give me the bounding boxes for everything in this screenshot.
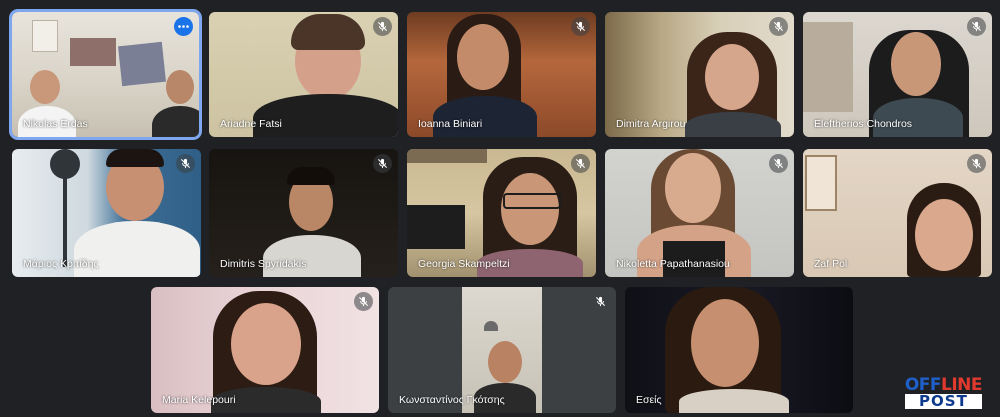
participant-name: Dimitris Spyridakis (220, 258, 307, 270)
participant-name: Nikoletta Papathanasiou (616, 258, 730, 270)
offline-post-logo: OFFLINE POST (904, 377, 983, 409)
mute-indicator (354, 292, 373, 311)
participant-name: Μάριος Κριτίδης (23, 258, 99, 270)
mic-off-icon (773, 158, 784, 169)
mic-off-icon (575, 21, 586, 32)
participant-name: Dimitra Argirou (616, 118, 686, 130)
more-options-icon (178, 25, 189, 28)
wall-frame (805, 155, 837, 211)
mic-off-icon (358, 296, 369, 307)
person-head (231, 303, 301, 385)
person-head (488, 341, 522, 383)
person-body (253, 94, 398, 137)
person-body (263, 235, 361, 277)
participant-tile[interactable]: Dimitris Spyridakis (209, 149, 398, 277)
glasses (503, 193, 561, 209)
person-head (665, 153, 721, 223)
person-body (152, 106, 199, 137)
mute-indicator (571, 17, 590, 36)
participant-name: Zaf Pol (814, 258, 848, 270)
mute-indicator (769, 17, 788, 36)
participant-tile[interactable]: Maria Kelepouri (151, 287, 379, 413)
participant-name: Maria Kelepouri (162, 394, 236, 406)
participant-tile[interactable]: Nikolas Erdas (12, 12, 199, 137)
person-head (705, 44, 759, 110)
participant-tile[interactable]: Zaf Pol (803, 149, 992, 277)
mic-off-icon (595, 296, 606, 307)
participant-tile[interactable]: Εσείς (625, 287, 853, 413)
mic-off-icon (773, 21, 784, 32)
mic-off-icon (971, 21, 982, 32)
shelf (803, 22, 853, 112)
wall-poster (32, 20, 58, 52)
mute-indicator (769, 154, 788, 173)
mute-indicator (967, 154, 986, 173)
person-head (30, 70, 60, 104)
fan (50, 149, 80, 179)
participant-tile[interactable]: Ariadne Fatsi (209, 12, 398, 137)
mute-indicator (373, 17, 392, 36)
participant-name: Nikolas Erdas (23, 118, 88, 130)
monitor (407, 205, 465, 249)
person-head (915, 199, 973, 271)
wall-poster (118, 41, 166, 87)
participant-name: Georgia Skampeltzi (418, 258, 510, 270)
participant-tile[interactable]: Nikoletta Papathanasiou (605, 149, 794, 277)
person-body (685, 112, 781, 137)
fan-stand (63, 177, 67, 267)
mic-off-icon (575, 158, 586, 169)
participant-tile[interactable]: Eleftherios Chondros (803, 12, 992, 137)
mute-indicator (591, 292, 610, 311)
logo-bottom-line: POST (904, 394, 982, 409)
mic-off-icon (377, 158, 388, 169)
mute-indicator (373, 154, 392, 173)
person-hair (287, 167, 335, 185)
participant-name: Εσείς (636, 394, 662, 406)
person-head (166, 70, 194, 104)
participant-name: Ioanna Biniari (418, 118, 483, 130)
ceiling-lamp (484, 321, 498, 331)
participant-tile[interactable]: Μάριος Κριτίδης (12, 149, 201, 277)
participant-tile[interactable]: Georgia Skampeltzi (407, 149, 596, 277)
mute-indicator (571, 154, 590, 173)
mute-indicator (967, 17, 986, 36)
person-head (891, 32, 941, 96)
person-body (433, 96, 537, 137)
participant-name: Eleftherios Chondros (814, 118, 913, 130)
person-head (457, 24, 509, 90)
participant-tile[interactable]: Dimitra Argirou (605, 12, 794, 137)
wall-poster (70, 38, 116, 66)
mic-off-icon (377, 21, 388, 32)
shelf (407, 149, 487, 163)
more-options-button[interactable] (174, 17, 193, 36)
mic-off-icon (971, 158, 982, 169)
person-body (679, 389, 789, 413)
person-head (501, 173, 559, 245)
mute-indicator (176, 154, 195, 173)
mic-off-icon (180, 158, 191, 169)
person-head (691, 299, 759, 387)
participant-name: Ariadne Fatsi (220, 118, 282, 130)
participant-tile[interactable]: Ioanna Biniari (407, 12, 596, 137)
person-hair (291, 14, 365, 50)
person-hair (106, 149, 164, 167)
participant-name: Κωνσταντίνος Γκότσης (399, 394, 505, 406)
participant-tile[interactable]: Κωνσταντίνος Γκότσης (388, 287, 616, 413)
